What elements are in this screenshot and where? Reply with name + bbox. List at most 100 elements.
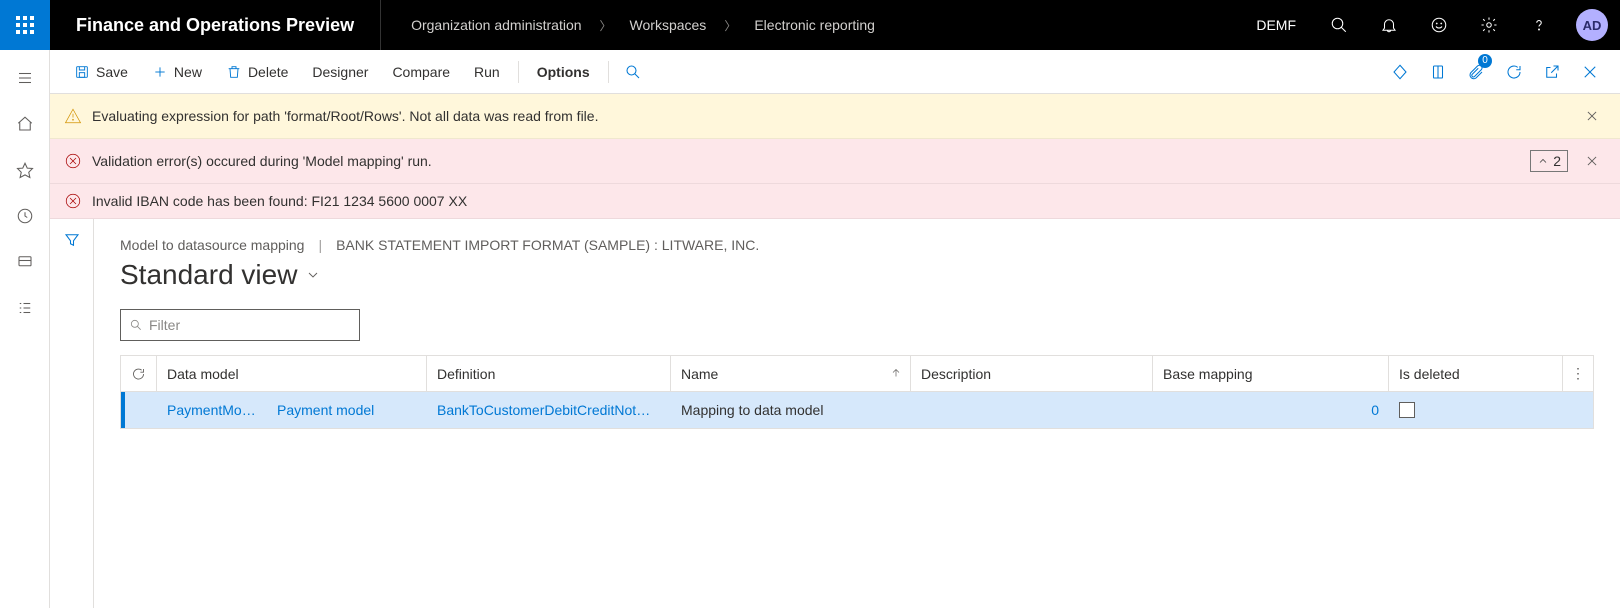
refresh-icon — [131, 366, 146, 382]
quick-filter[interactable] — [120, 309, 360, 341]
close-icon — [1585, 154, 1599, 168]
filter-rail[interactable] — [50, 219, 94, 608]
bell-icon — [1380, 16, 1398, 34]
search-icon — [1330, 16, 1348, 34]
options-label: Options — [537, 64, 590, 80]
run-button[interactable]: Run — [462, 56, 512, 88]
attachments-button[interactable]: 0 — [1458, 56, 1494, 88]
options-tab[interactable]: Options — [525, 56, 602, 88]
nav-workspaces[interactable] — [0, 240, 50, 284]
run-label: Run — [474, 64, 500, 80]
settings-button[interactable] — [1464, 0, 1514, 50]
save-label: Save — [96, 64, 128, 80]
find-button[interactable] — [615, 56, 651, 88]
error-bar: Validation error(s) occured during 'Mode… — [50, 139, 1620, 184]
col-header-description[interactable]: Description — [911, 356, 1153, 391]
cell-data-model[interactable]: PaymentMo… Payment model — [157, 392, 427, 428]
filter-input[interactable] — [149, 317, 351, 333]
funnel-icon — [63, 231, 81, 249]
related-info-button[interactable] — [1382, 56, 1418, 88]
smile-icon — [1430, 16, 1448, 34]
cell-is-deleted[interactable] — [1389, 392, 1563, 428]
select-all-header[interactable] — [121, 356, 157, 391]
error-detail-text: Invalid IBAN code has been found: FI21 1… — [92, 193, 1606, 209]
chevron-up-icon — [1537, 155, 1549, 167]
col-header-data-model[interactable]: Data model — [157, 356, 427, 391]
cell-definition[interactable]: BankToCustomerDebitCreditNot… — [427, 392, 671, 428]
nav-home[interactable] — [0, 102, 50, 146]
feedback-button[interactable] — [1414, 0, 1464, 50]
breadcrumb-item[interactable]: Electronic reporting — [754, 17, 875, 33]
search-icon — [129, 318, 143, 332]
col-header-is-deleted[interactable]: Is deleted — [1389, 356, 1563, 391]
new-label: New — [174, 64, 202, 80]
diamond-icon — [1391, 63, 1409, 81]
row-selector[interactable] — [121, 392, 157, 428]
error-icon — [64, 152, 82, 170]
save-icon — [74, 64, 90, 80]
view-name: Standard view — [120, 259, 297, 291]
checkbox-unchecked-icon[interactable] — [1399, 402, 1415, 418]
question-icon — [1530, 16, 1548, 34]
col-header-definition[interactable]: Definition — [427, 356, 671, 391]
breadcrumb-item[interactable]: Organization administration — [411, 17, 581, 33]
nav-recent[interactable] — [0, 194, 50, 238]
avatar[interactable]: AD — [1576, 9, 1608, 41]
header-right: DEMF AD — [1238, 0, 1620, 50]
warning-text: Evaluating expression for path 'format/R… — [92, 108, 1578, 124]
hamburger-icon — [16, 69, 34, 87]
left-rail — [0, 50, 50, 608]
popout-button[interactable] — [1534, 56, 1570, 88]
col-header-name-label: Name — [681, 366, 718, 382]
page-context: Model to datasource mapping | BANK STATE… — [120, 237, 1594, 253]
grid-more-button[interactable]: ⋮ — [1563, 356, 1593, 391]
delete-label: Delete — [248, 64, 288, 80]
cell-description — [911, 392, 1153, 428]
save-button[interactable]: Save — [62, 56, 140, 88]
nav-expand-button[interactable] — [0, 56, 50, 100]
app-title: Finance and Operations Preview — [50, 0, 381, 50]
close-warning-button[interactable] — [1578, 102, 1606, 130]
view-selector[interactable]: Standard view — [120, 259, 1594, 291]
page-options-button[interactable] — [1420, 56, 1456, 88]
sort-asc-icon — [890, 366, 902, 382]
compare-button[interactable]: Compare — [380, 56, 462, 88]
delete-button[interactable]: Delete — [214, 56, 300, 88]
clock-icon — [16, 207, 34, 225]
page-icon — [1429, 63, 1447, 81]
context-right: BANK STATEMENT IMPORT FORMAT (SAMPLE) : … — [336, 237, 759, 253]
waffle-launcher[interactable] — [0, 0, 50, 50]
col-header-base-mapping[interactable]: Base mapping — [1153, 356, 1389, 391]
notifications-button[interactable] — [1364, 0, 1414, 50]
grid: Data model Definition Name Description B… — [120, 355, 1594, 429]
nav-favorites[interactable] — [0, 148, 50, 192]
new-button[interactable]: New — [140, 56, 214, 88]
plus-icon — [152, 64, 168, 80]
close-icon — [1585, 109, 1599, 123]
grid-header: Data model Definition Name Description B… — [121, 356, 1593, 392]
separator — [608, 61, 609, 83]
close-icon — [1581, 63, 1599, 81]
modules-icon — [16, 299, 34, 317]
error-summary-text: Validation error(s) occured during 'Mode… — [92, 153, 1530, 169]
table-row[interactable]: PaymentMo… Payment model BankToCustomerD… — [121, 392, 1593, 428]
cell-base-mapping: 0 — [1153, 392, 1389, 428]
close-error-button[interactable] — [1578, 147, 1606, 175]
data-model-code: PaymentMo… — [167, 402, 267, 418]
close-page-button[interactable] — [1572, 56, 1608, 88]
col-header-name[interactable]: Name — [671, 356, 911, 391]
help-button[interactable] — [1514, 0, 1564, 50]
refresh-button[interactable] — [1496, 56, 1532, 88]
company-picker[interactable]: DEMF — [1238, 17, 1314, 33]
search-button[interactable] — [1314, 0, 1364, 50]
action-pane: Save New Delete Designer Compare Run Opt… — [50, 50, 1620, 94]
breadcrumb-item[interactable]: Workspaces — [630, 17, 707, 33]
top-header: Finance and Operations Preview Organizat… — [0, 0, 1620, 50]
designer-button[interactable]: Designer — [300, 56, 380, 88]
nav-modules[interactable] — [0, 286, 50, 330]
error-count-toggle[interactable]: 2 — [1530, 150, 1568, 172]
separator — [518, 61, 519, 83]
data-model-name: Payment model — [277, 402, 374, 418]
trash-icon — [226, 64, 242, 80]
warning-icon — [64, 107, 82, 125]
